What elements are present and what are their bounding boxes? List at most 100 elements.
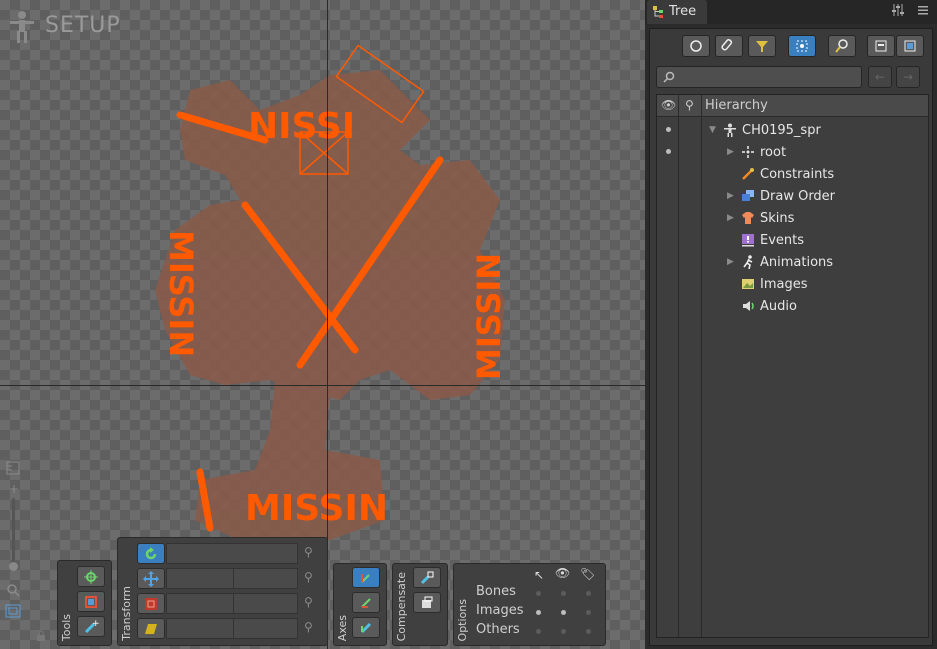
expand-arrow-icon[interactable]: ▶ xyxy=(727,147,739,157)
fit-view-icon[interactable] xyxy=(5,604,21,621)
settings-sliders-icon[interactable] xyxy=(891,4,905,20)
expand-arrow-icon[interactable]: ▶ xyxy=(727,257,739,267)
animations-icon xyxy=(739,254,757,270)
scale-compensate-icon[interactable]: ⚲ xyxy=(304,595,313,609)
expand-arrow-icon[interactable]: ▼ xyxy=(709,125,721,135)
images-visible-toggle[interactable] xyxy=(561,610,566,615)
tree-node-label: Draw Order xyxy=(760,188,836,204)
images-names-toggle[interactable] xyxy=(586,610,591,615)
weights-tool-button[interactable] xyxy=(77,591,105,612)
pose-tool-button[interactable] xyxy=(77,566,105,587)
viewport[interactable]: NISSI MISSIN MISSIN MISSIN SETUP + Tools xyxy=(0,0,645,649)
search-input[interactable] xyxy=(679,69,859,85)
search-next-button[interactable]: → xyxy=(896,66,920,88)
search-prev-button[interactable]: ← xyxy=(868,66,892,88)
bone-icon xyxy=(739,144,757,160)
key-column-icon[interactable]: ⚲ xyxy=(685,98,694,112)
tree-node-constraints[interactable]: Constraints xyxy=(727,163,834,185)
shear-compensate-icon[interactable]: ⚲ xyxy=(304,620,313,634)
tree-node-skins[interactable]: ▶ Skins xyxy=(727,207,794,229)
filter-attachments-button[interactable] xyxy=(715,35,743,57)
tree-node-label: Events xyxy=(760,232,805,248)
ruler-icon[interactable] xyxy=(6,461,20,478)
create-tool-button[interactable]: + xyxy=(77,616,105,637)
tab-tree[interactable]: Tree xyxy=(647,0,707,24)
skeleton-visibility-dot[interactable] xyxy=(666,127,671,132)
tree-node-skeleton[interactable]: ▼ CH0195_spr xyxy=(709,119,821,141)
expand-arrow-icon[interactable]: ▶ xyxy=(727,213,739,223)
art-text-right: MISSIN xyxy=(470,253,508,380)
rotate-tool-button[interactable] xyxy=(137,543,165,564)
axes-label: Axes xyxy=(336,614,349,641)
tree-node-label: Animations xyxy=(760,254,834,270)
transform-group: Transform ⚲ ⚲ ⚲ ⚲ xyxy=(117,537,328,646)
tools-label: Tools xyxy=(60,613,73,641)
expand-arrow-icon[interactable]: ▶ xyxy=(727,191,739,201)
scale-tool-button[interactable] xyxy=(137,593,165,614)
art-text-top: NISSI xyxy=(248,106,355,147)
others-select-toggle[interactable] xyxy=(536,629,541,634)
filter-bones-button[interactable] xyxy=(682,35,710,57)
zoom-slider-knob[interactable] xyxy=(9,562,18,571)
others-names-toggle[interactable] xyxy=(586,629,591,634)
images-select-toggle[interactable] xyxy=(536,610,541,615)
art-text-bottom: MISSIN xyxy=(245,488,388,529)
bones-select-toggle[interactable] xyxy=(536,591,541,596)
translate-compensate-icon[interactable]: ⚲ xyxy=(304,570,313,584)
collapse-all-button[interactable] xyxy=(867,35,895,57)
tree-node-label: root xyxy=(760,144,787,160)
zoom-search-icon[interactable] xyxy=(6,583,20,600)
compensate-images-button[interactable] xyxy=(413,592,441,613)
zoom-in-icon[interactable]: + xyxy=(9,482,19,496)
tree-node-draw-order[interactable]: ▶ Draw Order xyxy=(727,185,835,207)
focus-selection-button[interactable] xyxy=(788,35,816,57)
lock-icon[interactable] xyxy=(36,630,46,645)
translate-tool-button[interactable] xyxy=(137,568,165,589)
shear-value-field[interactable] xyxy=(166,618,298,639)
rotate-value-field[interactable] xyxy=(166,543,298,564)
skeleton-icon xyxy=(721,122,739,138)
bones-visible-toggle[interactable] xyxy=(561,591,566,596)
filter-button[interactable] xyxy=(748,35,776,57)
zoom-slider[interactable] xyxy=(12,498,15,568)
tree-node-events[interactable]: Events xyxy=(727,229,804,251)
tree-node-animations[interactable]: ▶ Animations xyxy=(727,251,833,273)
axes-world-button[interactable] xyxy=(352,617,380,638)
scale-value-field[interactable] xyxy=(166,593,298,614)
others-visible-toggle[interactable] xyxy=(561,629,566,634)
tree-node-images[interactable]: Images xyxy=(727,273,808,295)
menu-icon[interactable] xyxy=(917,4,929,20)
constraints-icon xyxy=(739,166,757,182)
tree-search[interactable] xyxy=(656,66,862,88)
shear-tool-button[interactable] xyxy=(137,618,165,639)
tree-panel-body: ← → 👁 ⚲ Hierarchy ▼ CH0195_spr ▶ root Co… xyxy=(649,28,933,646)
tree-node-audio[interactable]: Audio xyxy=(727,295,797,317)
mode-label: SETUP xyxy=(45,13,121,38)
tab-tree-label: Tree xyxy=(669,4,697,19)
tree-tab-icon xyxy=(653,6,663,18)
options-label: Options xyxy=(456,598,469,641)
tools-group: Tools + xyxy=(57,560,112,646)
expand-all-button[interactable] xyxy=(896,35,924,57)
translate-value-field[interactable] xyxy=(166,568,298,589)
tree-header: 👁 ⚲ Hierarchy xyxy=(657,95,928,117)
x-axis-line xyxy=(0,385,645,386)
rotate-compensate-icon[interactable]: ⚲ xyxy=(304,545,313,559)
spine-editor: NISSI MISSIN MISSIN MISSIN SETUP + Tools xyxy=(0,0,937,649)
find-replace-button[interactable] xyxy=(828,35,856,57)
tree-node-root[interactable]: ▶ root xyxy=(727,141,786,163)
compensate-bones-button[interactable] xyxy=(413,567,441,588)
root-visibility-dot[interactable] xyxy=(666,149,671,154)
audio-icon xyxy=(739,298,757,314)
hierarchy-tree[interactable]: 👁 ⚲ Hierarchy ▼ CH0195_spr ▶ root Constr… xyxy=(656,94,929,638)
svg-text:+: + xyxy=(92,619,99,629)
setup-figure-icon xyxy=(10,11,34,43)
tree-node-label: Images xyxy=(760,276,808,292)
axes-parent-button[interactable] xyxy=(352,592,380,613)
tree-node-label: CH0195_spr xyxy=(742,122,821,138)
options-group: Options ↖ 👁 🏷 Bones Images Others xyxy=(453,563,606,646)
axes-local-button[interactable] xyxy=(352,567,380,588)
bones-names-toggle[interactable] xyxy=(586,591,591,596)
visibility-column-icon[interactable]: 👁 xyxy=(661,98,676,112)
transform-label: Transform xyxy=(120,586,133,641)
